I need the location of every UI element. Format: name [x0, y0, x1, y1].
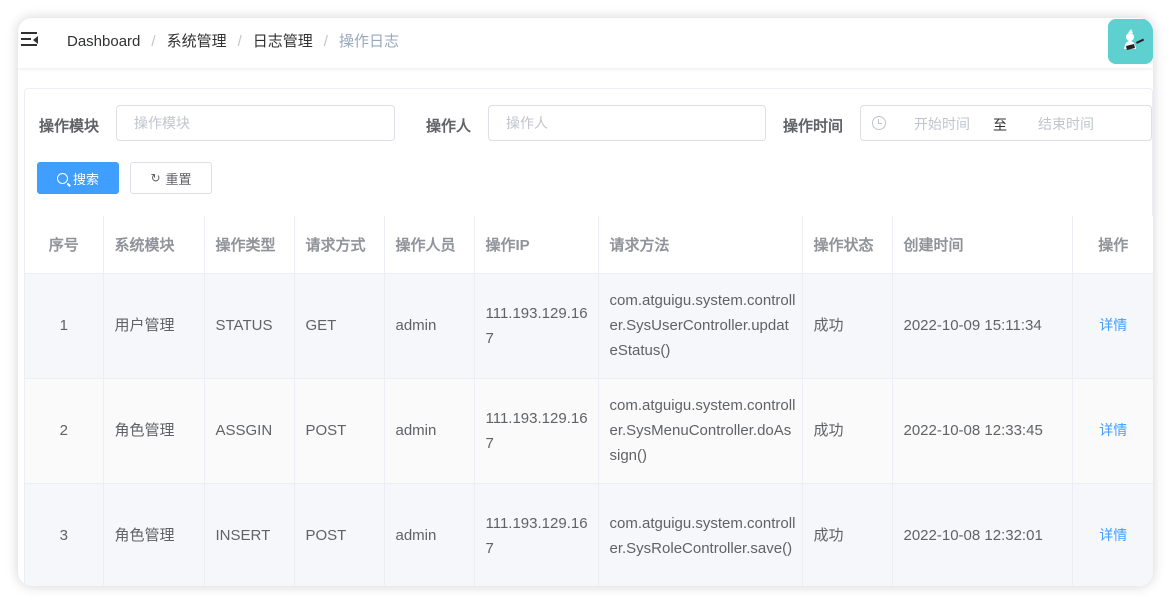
- operator-input[interactable]: [488, 105, 766, 141]
- cell-type: INSERT: [204, 483, 295, 586]
- cell-operator: admin: [384, 483, 475, 586]
- cell-created: 2022-10-08 12:32:01: [892, 483, 1073, 586]
- cell-action: 详情: [1072, 483, 1153, 586]
- cell-request-method: com.atguigu.system.controller.SysUserCon…: [598, 273, 803, 379]
- cell-action: 详情: [1072, 378, 1153, 484]
- col-header-method: 请求方式: [294, 216, 385, 274]
- end-time-input[interactable]: [1021, 114, 1111, 134]
- detail-link[interactable]: 详情: [1099, 317, 1127, 333]
- cell-method: POST: [294, 483, 385, 586]
- col-header-index: 序号: [25, 216, 104, 274]
- table-row: 1 用户管理 STATUS GET admin 111.193.129.167 …: [25, 273, 1153, 379]
- module-label: 操作模块: [39, 118, 100, 135]
- detail-link[interactable]: 详情: [1099, 527, 1127, 543]
- cell-created: 2022-10-08 12:33:45: [892, 378, 1073, 484]
- breadcrumb-separator: /: [237, 33, 242, 50]
- col-header-type: 操作类型: [204, 216, 295, 274]
- cell-ip: 111.193.129.167: [474, 273, 599, 379]
- breadcrumb-separator: /: [323, 33, 328, 50]
- time-label: 操作时间: [783, 118, 844, 135]
- cell-operator: admin: [384, 378, 475, 484]
- range-separator: 至: [993, 117, 1007, 133]
- cell-method: POST: [294, 378, 385, 484]
- col-header-ip: 操作IP: [474, 216, 599, 274]
- refresh-icon: ↻: [150, 171, 161, 185]
- search-form: 操作模块 操作人 操作时间 至 搜索 ↻ 重置: [24, 88, 1153, 226]
- user-avatar[interactable]: [1108, 19, 1153, 64]
- cell-request-method: com.atguigu.system.controller.SysRoleCon…: [598, 483, 803, 586]
- search-button[interactable]: 搜索: [37, 162, 119, 194]
- cell-created: 2022-10-09 15:11:34: [892, 273, 1073, 379]
- cell-status: 成功: [802, 483, 893, 586]
- cell-request-method: com.atguigu.system.controller.SysMenuCon…: [598, 378, 803, 484]
- col-header-operator: 操作人员: [384, 216, 475, 274]
- cell-module: 角色管理: [103, 483, 205, 586]
- date-range-picker[interactable]: 至: [860, 105, 1152, 141]
- table-row: 2 角色管理 ASSGIN POST admin 111.193.129.167…: [25, 378, 1153, 484]
- reset-button[interactable]: ↻ 重置: [130, 162, 212, 194]
- menu-fold-icon[interactable]: [21, 32, 39, 48]
- cell-index: 3: [25, 483, 104, 586]
- col-header-action: 操作: [1072, 216, 1153, 274]
- col-header-module: 系统模块: [103, 216, 205, 274]
- search-button-label: 搜索: [72, 171, 99, 187]
- search-icon: [56, 172, 68, 184]
- cell-method: GET: [294, 273, 385, 379]
- log-table: 序号 系统模块 操作类型 请求方式 操作人员 操作IP 请求方法 操作状态 创建…: [24, 216, 1153, 586]
- table-header-row: 序号 系统模块 操作类型 请求方式 操作人员 操作IP 请求方法 操作状态 创建…: [25, 216, 1153, 274]
- cell-index: 1: [25, 273, 104, 379]
- breadcrumb-item-dashboard[interactable]: Dashboard: [67, 32, 140, 52]
- cell-status: 成功: [802, 273, 893, 379]
- breadcrumb-separator: /: [151, 33, 156, 50]
- cell-ip: 111.193.129.167: [474, 483, 599, 586]
- cell-action: 详情: [1072, 273, 1153, 379]
- col-header-request-method: 请求方法: [598, 216, 803, 274]
- breadcrumb-item-log[interactable]: 日志管理: [253, 32, 313, 52]
- avatar-figure-icon: [1108, 19, 1153, 64]
- cell-module: 用户管理: [103, 273, 205, 379]
- operator-label: 操作人: [426, 118, 472, 135]
- cell-ip: 111.193.129.167: [474, 378, 599, 484]
- cell-type: ASSGIN: [204, 378, 295, 484]
- module-input[interactable]: [116, 105, 395, 141]
- clock-icon: [872, 116, 886, 130]
- reset-button-label: 重置: [165, 171, 192, 187]
- breadcrumb-item-system[interactable]: 系统管理: [167, 32, 227, 52]
- cell-index: 2: [25, 378, 104, 484]
- breadcrumb-item-oper-log: 操作日志: [338, 33, 399, 50]
- col-header-status: 操作状态: [802, 216, 893, 274]
- cell-module: 角色管理: [103, 378, 205, 484]
- navbar: Dashboard / 系统管理 / 日志管理 / 操作日志: [18, 18, 1153, 68]
- cell-type: STATUS: [204, 273, 295, 379]
- table-row: 3 角色管理 INSERT POST admin 111.193.129.167…: [25, 483, 1153, 586]
- detail-link[interactable]: 详情: [1099, 422, 1127, 438]
- cell-operator: admin: [384, 273, 475, 379]
- start-time-input[interactable]: [897, 114, 987, 134]
- cell-status: 成功: [802, 378, 893, 484]
- app-frame: Dashboard / 系统管理 / 日志管理 / 操作日志 操作模块 操作人 …: [18, 18, 1153, 586]
- col-header-created: 创建时间: [892, 216, 1073, 274]
- breadcrumb: Dashboard / 系统管理 / 日志管理 / 操作日志: [67, 32, 399, 52]
